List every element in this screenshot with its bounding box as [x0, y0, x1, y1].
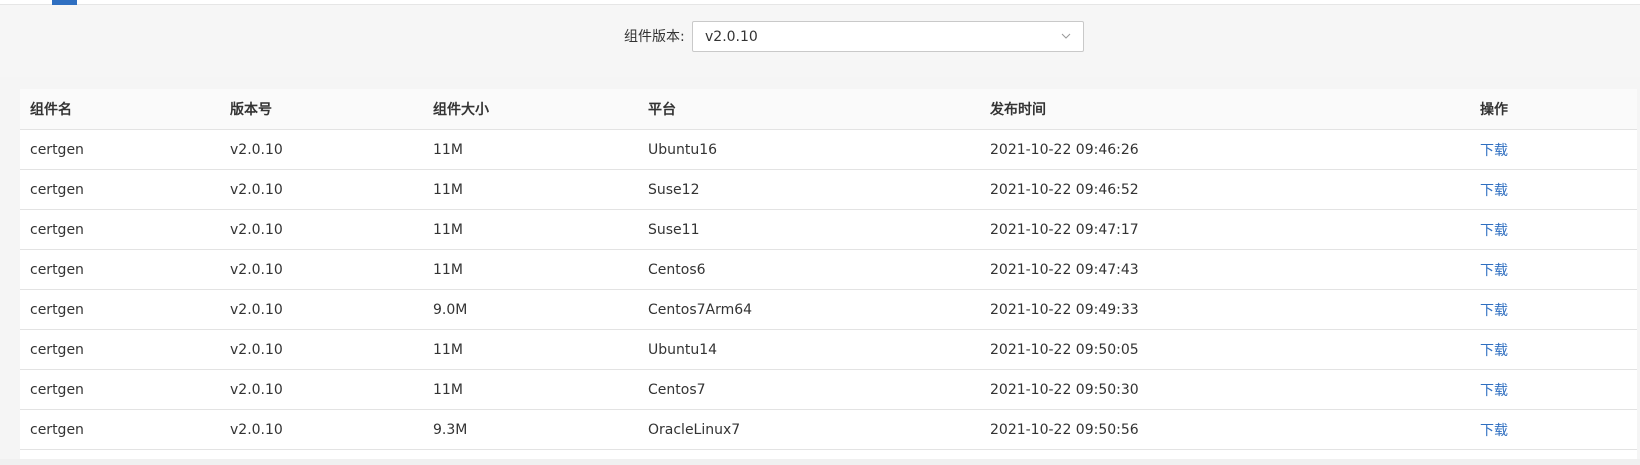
cell-release-time: 2021-10-22 09:50:05: [980, 329, 1470, 370]
cell-version: v2.0.10: [220, 129, 423, 170]
cell-action: 下载: [1470, 289, 1637, 330]
cell-component-name: certgen: [20, 169, 220, 210]
cell-platform: Suse11: [638, 209, 980, 250]
cell-release-time: 2021-10-22 09:49:33: [980, 289, 1470, 330]
cell-version: v2.0.10: [220, 209, 423, 250]
cell-version: v2.0.10: [220, 369, 423, 410]
cell-release-time: 2021-10-22 09:47:17: [980, 209, 1470, 250]
cell-component-name: certgen: [20, 329, 220, 370]
header-release-time: 发布时间: [980, 89, 1470, 130]
header-action: 操作: [1470, 89, 1637, 130]
download-link[interactable]: 下载: [1480, 143, 1508, 159]
download-link[interactable]: 下载: [1480, 223, 1508, 239]
cell-size: 11M: [423, 169, 638, 210]
component-version-select[interactable]: v2.0.10: [692, 21, 1084, 52]
cell-platform: Suse12: [638, 169, 980, 210]
download-link[interactable]: 下载: [1480, 343, 1508, 359]
download-link[interactable]: 下载: [1480, 383, 1508, 399]
cell-release-time: 2021-10-22 09:46:26: [980, 129, 1470, 170]
cell-version: v2.0.10: [220, 289, 423, 330]
table-row: certgen v2.0.10 11M Ubuntu14 2021-10-22 …: [20, 329, 1637, 370]
cell-size: 11M: [423, 249, 638, 290]
cell-action: 下载: [1470, 369, 1637, 410]
cell-size: 11M: [423, 329, 638, 370]
table-row: certgen v2.0.10 11M Centos6 2021-10-22 0…: [20, 249, 1637, 290]
cell-platform: OracleLinux7: [638, 409, 980, 450]
cell-action: 下载: [1470, 169, 1637, 210]
download-link[interactable]: 下载: [1480, 263, 1508, 279]
filter-bar: 组件版本: v2.0.10: [0, 5, 1640, 77]
component-table: 组件名 版本号 组件大小 平台 发布时间 操作 certgen v2.0.10 …: [20, 89, 1637, 459]
cell-version: v2.0.10: [220, 329, 423, 370]
cell-action: 下载: [1470, 329, 1637, 370]
cell-platform: Centos7Arm64: [638, 289, 980, 330]
cell-component-name: certgen: [20, 409, 220, 450]
chevron-down-icon: [1061, 33, 1071, 39]
cell-release-time: 2021-10-22 09:50:30: [980, 369, 1470, 410]
cell-action: 下载: [1470, 249, 1637, 290]
download-link[interactable]: 下载: [1480, 303, 1508, 319]
table-row: certgen v2.0.10 11M Suse12 2021-10-22 09…: [20, 169, 1637, 210]
cell-version: v2.0.10: [220, 249, 423, 290]
table-row: certgen v2.0.10 9.0M Centos7Arm64 2021-1…: [20, 289, 1637, 330]
header-size: 组件大小: [423, 89, 638, 130]
cell-action: 下载: [1470, 129, 1637, 170]
table-row: certgen v2.0.10 11M Centos7 2021-10-22 0…: [20, 369, 1637, 410]
component-version-label: 组件版本:: [624, 29, 685, 45]
cell-action: 下载: [1470, 409, 1637, 450]
cell-platform: Ubuntu14: [638, 329, 980, 370]
cell-release-time: 2021-10-22 09:50:56: [980, 409, 1470, 450]
cell-platform: Centos6: [638, 249, 980, 290]
cell-release-time: 2021-10-22 09:46:52: [980, 169, 1470, 210]
header-version: 版本号: [220, 89, 423, 130]
download-link[interactable]: 下载: [1480, 423, 1508, 439]
cell-component-name: certgen: [20, 369, 220, 410]
cell-size: 9.0M: [423, 289, 638, 330]
cell-version: v2.0.10: [220, 409, 423, 450]
cell-size: 9.3M: [423, 409, 638, 450]
cell-platform: Ubuntu16: [638, 129, 980, 170]
bottom-strip: [0, 459, 1640, 465]
header-platform: 平台: [638, 89, 980, 130]
header-component-name: 组件名: [20, 89, 220, 130]
cell-size: 11M: [423, 209, 638, 250]
cell-component-name: certgen: [20, 209, 220, 250]
download-link[interactable]: 下载: [1480, 183, 1508, 199]
table-header-row: 组件名 版本号 组件大小 平台 发布时间 操作: [20, 89, 1637, 130]
cell-release-time: 2021-10-22 09:47:43: [980, 249, 1470, 290]
cell-platform: Centos7: [638, 369, 980, 410]
cell-component-name: certgen: [20, 289, 220, 330]
table-row: certgen v2.0.10 11M Ubuntu16 2021-10-22 …: [20, 129, 1637, 170]
cell-size: 11M: [423, 129, 638, 170]
cell-component-name: certgen: [20, 129, 220, 170]
component-version-value: v2.0.10: [705, 29, 758, 45]
table-row: certgen v2.0.10 9.3M OracleLinux7 2021-1…: [20, 409, 1637, 450]
cell-size: 11M: [423, 369, 638, 410]
cell-component-name: certgen: [20, 249, 220, 290]
table-row: certgen v2.0.10 11M Suse11 2021-10-22 09…: [20, 209, 1637, 250]
cell-version: v2.0.10: [220, 169, 423, 210]
cell-action: 下载: [1470, 209, 1637, 250]
